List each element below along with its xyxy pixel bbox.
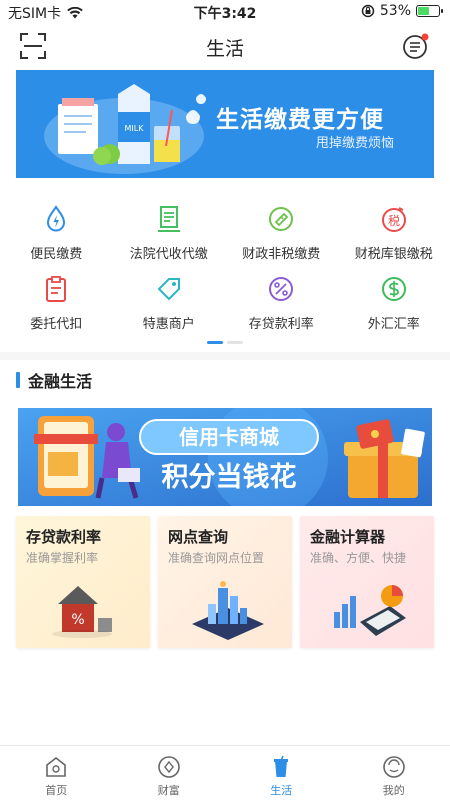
notification-badge	[421, 33, 429, 41]
card-branch-search[interactable]: 网点查询 准确查询网点位置	[158, 516, 292, 648]
tab-label: 生活	[270, 784, 293, 797]
tab-life[interactable]: 生活	[225, 746, 338, 800]
service-tax-bank-payment[interactable]: 税 财税库银缴税	[338, 198, 450, 268]
card-subtitle: 准确、方便、快捷	[310, 551, 407, 565]
service-label: 财税库银缴税	[354, 247, 433, 262]
service-label: 特惠商户	[142, 317, 195, 332]
service-label: 便民缴费	[30, 247, 83, 262]
user-face-icon	[382, 756, 405, 778]
service-deposit-loan-rates[interactable]: 存贷款利率	[225, 268, 338, 338]
tax-icon: 税	[381, 207, 406, 232]
battery-percent: 53%	[379, 3, 411, 19]
tab-home[interactable]: 首页	[0, 746, 113, 800]
svg-text:%: %	[71, 612, 84, 628]
promo-illustration: 信用卡商城 积分当钱花	[18, 408, 432, 506]
promo-line1: 信用卡商城	[179, 425, 279, 449]
page-indicator	[207, 341, 243, 344]
percent-icon	[269, 277, 294, 301]
credit-card-mall-banner[interactable]: 信用卡商城 积分当钱花	[18, 408, 432, 506]
battery-icon	[416, 5, 443, 17]
service-fiscal-nontax[interactable]: 财政非税缴费	[225, 198, 338, 268]
service-label: 存贷款利率	[248, 317, 314, 332]
cup-icon	[274, 755, 289, 777]
service-entrusted-deduction[interactable]: 委托代扣	[0, 268, 113, 338]
status-bar: 无SIM卡 下午3:42 53%	[0, 0, 450, 24]
house-percent-icon: %	[52, 586, 112, 638]
banner-illustration: MILK	[44, 84, 206, 174]
card-title: 网点查询	[168, 528, 229, 546]
page-dot-active	[207, 341, 223, 344]
heading-accent-bar	[16, 372, 20, 388]
nav-bar: 生活	[0, 24, 450, 68]
service-grid: 便民缴费 法院代收代缴 财政非税缴费 税 财税库银缴税 委托代扣 特惠商户 存贷…	[0, 198, 450, 338]
city-map-icon	[192, 581, 264, 640]
card-subtitle: 准确掌握利率	[26, 551, 99, 565]
svg-text:税: 税	[388, 214, 400, 228]
home-icon	[46, 756, 67, 777]
banner-title: 生活缴费更方便	[216, 107, 384, 133]
tab-label: 财富	[157, 784, 180, 797]
service-preferential-merchants[interactable]: 特惠商户	[113, 268, 226, 338]
document-icon	[157, 206, 180, 232]
orientation-lock-icon	[361, 4, 375, 18]
tab-mine[interactable]: 我的	[338, 746, 450, 800]
financial-life-heading: 金融生活	[16, 369, 92, 391]
life-payment-banner[interactable]: MILK 生活缴费更方便 甩掉缴费烦恼	[16, 70, 434, 178]
compass-icon	[157, 756, 180, 778]
calculator-chart-icon	[334, 585, 406, 636]
service-fx-rates[interactable]: 外汇汇率	[338, 268, 450, 338]
tab-label: 我的	[382, 784, 405, 797]
dollar-icon	[381, 277, 406, 301]
ticket-icon	[269, 207, 294, 231]
feature-cards: 存贷款利率 准确掌握利率 % 网点查询 准确查询网点位置 金融计算器 准确、方便…	[16, 516, 434, 648]
service-label: 法院代收代缴	[129, 247, 208, 262]
water-drop-icon	[47, 205, 66, 232]
banner-subtitle: 甩掉缴费烦恼	[316, 136, 395, 151]
status-right: 53%	[361, 3, 443, 19]
card-deposit-loan-rates[interactable]: 存贷款利率 准确掌握利率 %	[16, 516, 150, 648]
svg-text:MILK: MILK	[125, 124, 145, 133]
tab-label: 首页	[45, 784, 68, 797]
service-convenience-payment[interactable]: 便民缴费	[0, 198, 113, 268]
card-financial-calculator[interactable]: 金融计算器 准确、方便、快捷	[300, 516, 434, 648]
section-divider	[0, 352, 450, 360]
promo-line2: 积分当钱花	[162, 462, 297, 493]
tab-wealth[interactable]: 财富	[113, 746, 226, 800]
clipboard-icon	[46, 276, 67, 302]
page-dot	[227, 341, 243, 344]
card-subtitle: 准确查询网点位置	[168, 551, 265, 565]
message-icon[interactable]	[402, 32, 430, 60]
tag-icon	[157, 278, 180, 301]
page-title: 生活	[205, 38, 244, 60]
service-label: 外汇汇率	[367, 317, 420, 332]
service-court-collection[interactable]: 法院代收代缴	[113, 198, 226, 268]
card-title: 金融计算器	[310, 528, 386, 546]
service-label: 财政非税缴费	[242, 247, 321, 262]
tab-bar: 首页 财富 生活 我的	[0, 745, 450, 800]
section-title: 金融生活	[28, 372, 93, 391]
card-title: 存贷款利率	[26, 528, 102, 546]
service-label: 委托代扣	[30, 317, 83, 332]
